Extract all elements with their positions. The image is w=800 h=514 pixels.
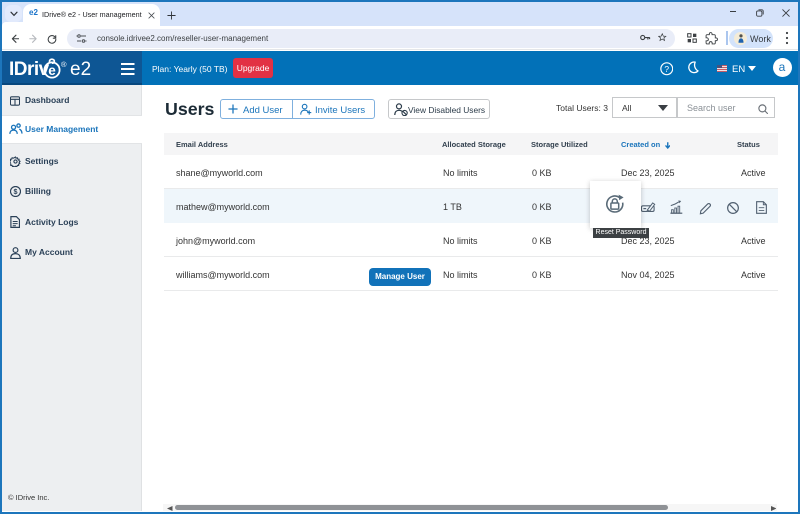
svg-text:?: ? [664, 64, 669, 74]
svg-text:e: e [48, 62, 56, 77]
svg-text:$: $ [13, 187, 17, 196]
